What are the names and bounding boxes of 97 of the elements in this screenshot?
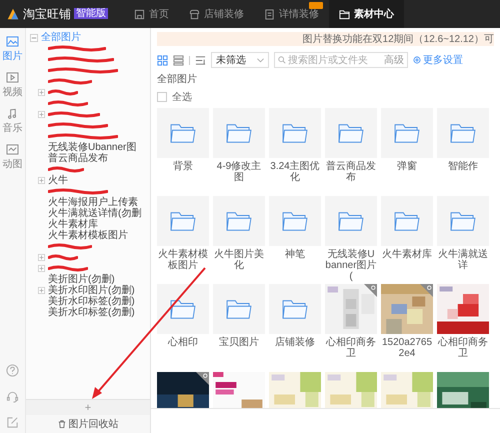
folder-icon [225, 210, 253, 232]
tree-item[interactable]: 火牛满就送详情(勿删 [48, 208, 142, 219]
tree-item[interactable]: 火牛 [48, 175, 68, 186]
tree-item[interactable]: 美折水印标签(勿删) [48, 296, 135, 307]
nav-tab[interactable]: 首页 [124, 0, 179, 28]
expand-icon[interactable] [38, 177, 45, 184]
tile-label: 火牛素材模板图片 [157, 249, 209, 271]
folder-icon [393, 210, 421, 232]
filter-dropdown[interactable]: 未筛选 [211, 52, 269, 68]
folder-icon [169, 298, 197, 320]
collapse-icon[interactable] [30, 34, 38, 42]
folder-icon [449, 122, 477, 144]
folder-icon [339, 8, 350, 20]
nav-tab[interactable]: 素材中心 [329, 0, 404, 28]
tree-item[interactable]: 美折水印标签(勿删) [48, 307, 135, 318]
folder-icon [281, 122, 309, 144]
folder-icon [281, 298, 309, 320]
folder-icon [169, 122, 197, 144]
tile-label: 4-9修改主图 [216, 161, 262, 183]
expand-icon[interactable] [38, 111, 45, 118]
tile-label: 火牛图片美化 [213, 249, 265, 271]
folder-thumbnail[interactable] [213, 284, 265, 334]
tree-item[interactable]: 火牛素材库 [48, 219, 98, 230]
play-icon [6, 72, 19, 83]
tile-label: 智能作 [447, 161, 479, 172]
folder-icon [449, 210, 477, 232]
tree-item[interactable]: 火牛素材模板图片 [48, 230, 128, 241]
folder-thumbnail[interactable] [213, 108, 265, 158]
folder-thumbnail[interactable] [381, 108, 433, 158]
folder-icon [337, 122, 365, 144]
expand-icon[interactable] [38, 254, 45, 261]
music-note-icon [6, 108, 19, 119]
trash-icon [58, 420, 66, 428]
breadcrumb: 全部图片 [157, 74, 197, 86]
folder-thumbnail[interactable] [325, 196, 377, 246]
tile-label: 心相印商务卫 [437, 337, 489, 359]
folder-thumbnail[interactable] [325, 108, 377, 158]
tile-label: 无线装修Ubanner图片( [325, 249, 377, 282]
folder-thumbnail[interactable] [269, 108, 321, 158]
tile-label: 普云商品发布 [325, 161, 377, 183]
tile-label: 宝贝图片 [218, 337, 260, 348]
folder-icon [281, 210, 309, 232]
home-icon [134, 8, 145, 20]
folder-thumbnail[interactable] [269, 284, 321, 334]
image-icon [6, 36, 19, 47]
tile-label: 心相印 [166, 337, 199, 348]
nav-tab[interactable]: 店铺装修 [179, 0, 254, 28]
folder-thumbnail[interactable] [269, 196, 321, 246]
tree-item[interactable]: 美折水印图片(勿删) [48, 285, 135, 296]
search-icon [278, 56, 286, 64]
tile-label: 火牛素材库 [381, 249, 433, 260]
document-icon [264, 8, 275, 20]
tree-item[interactable]: 普云商品发布 [48, 153, 108, 164]
settings-icon [413, 56, 421, 64]
select-all-checkbox[interactable] [157, 92, 167, 102]
expand-icon[interactable] [38, 89, 45, 96]
expand-icon[interactable] [38, 287, 45, 294]
folder-thumbnail[interactable] [437, 108, 489, 158]
select-all-label: 全选 [172, 90, 192, 104]
grid-view-icon[interactable] [157, 54, 168, 66]
folder-thumbnail[interactable] [213, 196, 265, 246]
brand-name: 淘宝旺铺 [23, 6, 71, 22]
tree-item[interactable]: 美折图片(勿删) [48, 274, 115, 285]
tile-label: 火牛满就送详 [437, 249, 489, 271]
sort-icon[interactable] [195, 54, 206, 66]
headset-icon[interactable] [6, 390, 19, 403]
folder-icon [337, 210, 365, 232]
edition-badge: 智能版 [74, 8, 108, 18]
tree-item[interactable]: 无线装修Ubanner图 [48, 142, 136, 153]
folder-icon [225, 298, 253, 320]
animation-icon [6, 144, 19, 155]
help-icon[interactable] [6, 364, 19, 377]
tile-label: 背景 [172, 161, 194, 172]
folder-icon [225, 122, 253, 144]
folder-thumbnail[interactable] [157, 108, 209, 158]
list-view-icon[interactable] [173, 54, 184, 66]
tree-item[interactable]: 火牛海报用户上传素 [48, 197, 138, 208]
notice-text: 图片替换功能在双12期间（12.6~12.12）可 [302, 32, 494, 46]
tile-label: 店铺装修 [274, 337, 316, 348]
chevron-down-icon [257, 58, 264, 62]
folder-thumbnail[interactable] [157, 196, 209, 246]
folder-thumbnail[interactable] [157, 284, 209, 334]
folder-thumbnail[interactable] [437, 196, 489, 246]
folder-thumbnail[interactable] [381, 196, 433, 246]
expand-icon[interactable] [38, 265, 45, 272]
nav-tab[interactable]: 详情装修 [254, 0, 329, 28]
folder-icon [393, 122, 421, 144]
folder-icon [169, 210, 197, 232]
tile-label: 1520a27652e4 [381, 337, 433, 359]
tile-label: 3.24主图优化 [269, 161, 321, 183]
logo-icon [6, 7, 20, 21]
edit-icon[interactable] [6, 416, 19, 429]
tile-label: 弹窗 [396, 161, 418, 172]
tile-label: 神笔 [284, 249, 306, 260]
tile-label: 心相印商务卫 [325, 337, 377, 359]
recycle-bin-link[interactable]: 图片回收站 [26, 415, 150, 433]
shop-icon [189, 8, 200, 20]
